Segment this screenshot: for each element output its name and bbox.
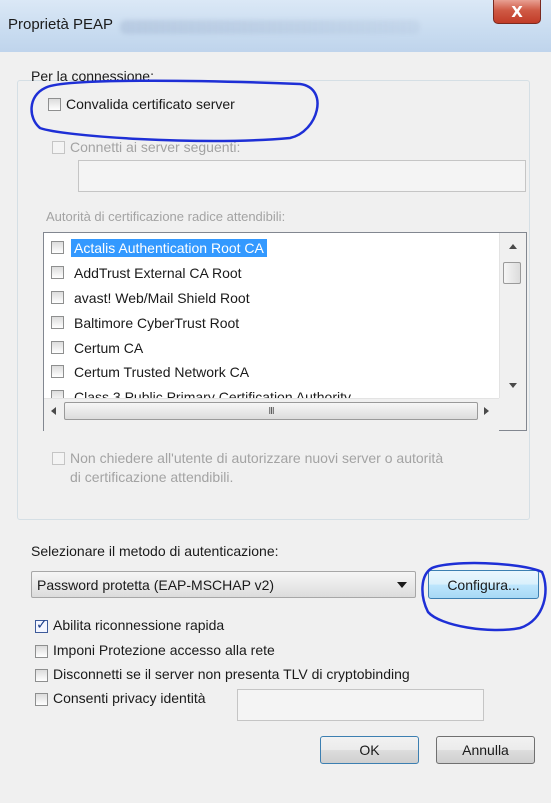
close-button[interactable]: X bbox=[493, 0, 541, 24]
ok-button-label: OK bbox=[359, 742, 380, 758]
ca-item-label: AddTrust External CA Root bbox=[74, 264, 242, 281]
close-icon: X bbox=[511, 2, 523, 21]
privacy-label[interactable]: Consenti privacy identità bbox=[53, 690, 206, 706]
fast-reconnect-checkbox[interactable] bbox=[35, 617, 48, 633]
ca-item-label: avast! Web/Mail Shield Root bbox=[74, 289, 250, 306]
title-bar: Proprietà PEAP X bbox=[0, 0, 551, 52]
trusted-ca-list[interactable]: Actalis Authentication Root CA AddTrust … bbox=[43, 232, 527, 431]
validate-cert-checkbox[interactable] bbox=[48, 98, 61, 111]
ca-list-item[interactable]: Certum CA bbox=[51, 336, 146, 359]
configure-button-label: Configura... bbox=[447, 576, 520, 593]
cryptobinding-checkbox[interactable] bbox=[35, 669, 48, 682]
vertical-scrollbar[interactable] bbox=[499, 233, 526, 398]
ca-item-label: Certum Trusted Network CA bbox=[74, 363, 250, 380]
checkbox-icon[interactable] bbox=[51, 316, 64, 329]
ca-item-label: Certum CA bbox=[74, 339, 144, 356]
checkbox-icon[interactable] bbox=[51, 291, 64, 304]
servers-input[interactable] bbox=[78, 160, 526, 192]
peap-properties-dialog: Proprietà PEAP X Per la connessione: Con… bbox=[0, 0, 551, 803]
scroll-right-icon[interactable] bbox=[484, 407, 489, 415]
ca-item-label: Baltimore CyberTrust Root bbox=[74, 314, 240, 331]
nap-label[interactable]: Imponi Protezione accesso alla rete bbox=[53, 642, 275, 658]
auth-method-select[interactable]: Password protetta (EAP-MSCHAP v2) bbox=[31, 571, 416, 598]
ca-list-item[interactable]: Baltimore CyberTrust Root bbox=[51, 311, 242, 334]
validate-cert-label[interactable]: Convalida certificato server bbox=[66, 96, 235, 112]
checkbox-icon[interactable] bbox=[51, 341, 64, 354]
vertical-scroll-thumb[interactable] bbox=[503, 262, 521, 284]
connect-servers-label[interactable]: Connetti ai server seguenti: bbox=[70, 139, 240, 155]
ca-list-item[interactable]: Actalis Authentication Root CA bbox=[51, 236, 267, 259]
horizontal-scroll-thumb[interactable]: III bbox=[64, 402, 478, 420]
no-prompt-label-line2[interactable]: di certificazione attendibili. bbox=[70, 469, 233, 485]
ok-button[interactable]: OK bbox=[320, 736, 419, 764]
ca-list-item[interactable]: AddTrust External CA Root bbox=[51, 261, 245, 284]
ca-list-item[interactable]: avast! Web/Mail Shield Root bbox=[51, 286, 253, 309]
ca-item-label: Actalis Authentication Root CA bbox=[71, 238, 267, 257]
window-title: Proprietà PEAP bbox=[8, 16, 114, 33]
scrollbar-corner bbox=[499, 398, 526, 430]
horizontal-scrollbar[interactable]: III bbox=[44, 398, 499, 431]
privacy-identity-input[interactable] bbox=[237, 689, 484, 721]
auth-method-value: Password protetta (EAP-MSCHAP v2) bbox=[37, 577, 275, 593]
fast-reconnect-label[interactable]: Abilita riconnessione rapida bbox=[53, 617, 224, 633]
no-prompt-label-line1[interactable]: Non chiedere all'utente di autorizzare n… bbox=[70, 450, 443, 466]
trusted-roots-label: Autorità di certificazione radice attend… bbox=[46, 209, 286, 224]
dropdown-arrow-icon bbox=[397, 582, 407, 588]
scroll-left-icon[interactable] bbox=[51, 407, 56, 415]
connect-servers-checkbox[interactable] bbox=[52, 141, 65, 154]
connection-heading: Per la connessione: bbox=[31, 68, 154, 84]
scroll-up-icon[interactable] bbox=[509, 244, 517, 249]
cryptobinding-label[interactable]: Disconnetti se il server non presenta TL… bbox=[53, 666, 410, 682]
cancel-button[interactable]: Annulla bbox=[436, 736, 535, 764]
checkbox-icon[interactable] bbox=[51, 365, 64, 378]
nap-checkbox[interactable] bbox=[35, 645, 48, 658]
blurred-title-text bbox=[120, 20, 420, 34]
no-prompt-checkbox[interactable] bbox=[52, 452, 65, 465]
ca-list-item[interactable]: Certum Trusted Network CA bbox=[51, 360, 252, 383]
scroll-down-icon[interactable] bbox=[509, 383, 517, 388]
auth-method-heading: Selezionare il metodo di autenticazione: bbox=[31, 543, 279, 559]
checkbox-icon[interactable] bbox=[51, 266, 64, 279]
configure-button[interactable]: Configura... bbox=[428, 570, 539, 599]
cancel-button-label: Annulla bbox=[462, 742, 509, 758]
privacy-checkbox[interactable] bbox=[35, 693, 48, 706]
checkbox-icon[interactable] bbox=[51, 241, 64, 254]
